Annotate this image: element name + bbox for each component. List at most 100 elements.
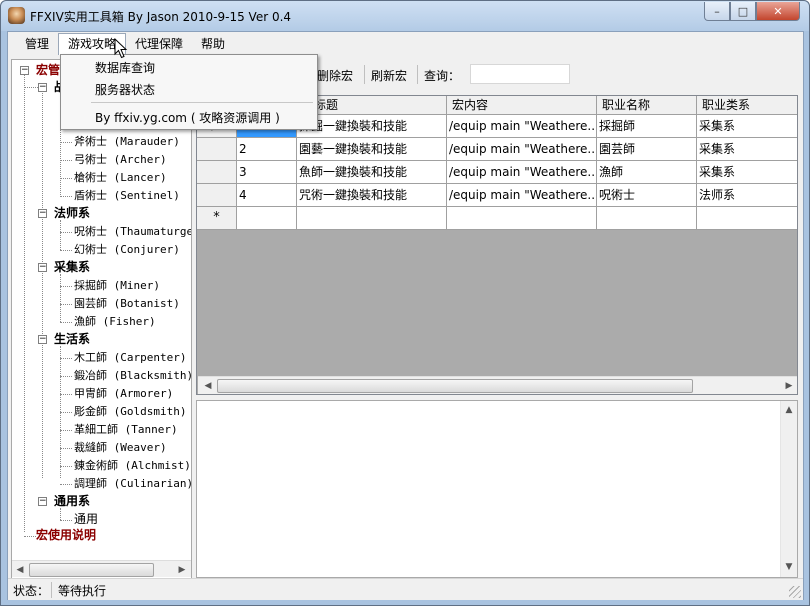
tree-item-alchemist[interactable]: 錬金術師 (Alchmist): [74, 457, 191, 474]
tree-item-lancer[interactable]: 槍術士 (Lancer): [74, 169, 167, 186]
cell-title[interactable]: 園藝一鍵換裝和技能: [297, 138, 447, 161]
expand-general-icon[interactable]: −: [38, 497, 47, 506]
cell-content[interactable]: /equip main "Weathere...: [447, 115, 597, 138]
column-header-title[interactable]: 宏标题: [297, 96, 447, 115]
tree-item-marauder[interactable]: 斧術士 (Marauder): [74, 133, 180, 150]
expand-mage-icon[interactable]: −: [38, 209, 47, 218]
cell-content[interactable]: /equip main "Weathere...: [447, 184, 597, 207]
menu-database-query[interactable]: 数据库查询: [95, 59, 155, 76]
cell-class[interactable]: 采集系: [697, 115, 797, 138]
cell-index[interactable]: 4: [237, 184, 297, 207]
cell-job[interactable]: 採掘師: [597, 115, 697, 138]
tree-item-culinarian[interactable]: 調理師 (Culinarian): [74, 475, 191, 492]
status-bar: 状态： 等待执行: [8, 578, 803, 600]
client-area: 管理 游戏攻略 代理保障 帮助 − 宏管理 − 战 斧術士 (Marauder)…: [7, 31, 804, 600]
cell-job[interactable]: 呪術士: [597, 184, 697, 207]
maximize-button[interactable]: □: [730, 2, 756, 21]
tree-item-miner[interactable]: 採掘師 (Miner): [74, 277, 160, 294]
scroll-thumb[interactable]: [29, 563, 154, 577]
close-button[interactable]: ✕: [756, 2, 800, 21]
toolbar-separator: [364, 65, 365, 84]
expand-craft-icon[interactable]: −: [38, 335, 47, 344]
tree-item-general[interactable]: 通用: [74, 511, 98, 528]
tree-macro-help[interactable]: 宏使用说明: [36, 527, 96, 544]
cell-class[interactable]: 法师系: [697, 184, 797, 207]
tree-item-thaumaturge[interactable]: 呪術士 (Thaumaturge): [74, 223, 191, 240]
cell-class[interactable]: 采集系: [697, 161, 797, 184]
scroll-up-icon[interactable]: ▲: [781, 402, 797, 418]
game-guide-dropdown: 数据库查询 服务器状态 By ffxiv.yg.com ( 攻略资源调用 ): [60, 54, 318, 130]
expand-combat-icon[interactable]: −: [38, 83, 47, 92]
cell-index[interactable]: 3: [237, 161, 297, 184]
tree-item-fisher[interactable]: 漁師 (Fisher): [74, 313, 156, 330]
menu-manage[interactable]: 管理: [16, 33, 58, 55]
table-row[interactable]: 4 咒術一鍵換裝和技能 /equip main "Weathere... 呪術士…: [197, 184, 797, 207]
tree-item-blacksmith[interactable]: 鍛冶師 (Blacksmith): [74, 367, 191, 384]
scroll-down-icon[interactable]: ▼: [781, 559, 797, 575]
cell-title[interactable]: [297, 207, 447, 230]
cell-content[interactable]: [447, 207, 597, 230]
new-row[interactable]: *: [197, 207, 797, 230]
tree-item-archer[interactable]: 弓術士 (Archer): [74, 151, 167, 168]
scroll-left-icon[interactable]: ◀: [200, 378, 216, 394]
resize-grip-icon[interactable]: [789, 586, 801, 598]
menu-help[interactable]: 帮助: [192, 33, 234, 55]
status-value: 等待执行: [58, 584, 107, 598]
cell-content[interactable]: /equip main "Weathere...: [447, 138, 597, 161]
title-bar[interactable]: FFXIV实用工具箱 By Jason 2010-9-15 Ver 0.4 – …: [1, 1, 809, 31]
tree-item-conjurer[interactable]: 幻術士 (Conjurer): [74, 241, 180, 258]
scroll-thumb[interactable]: [217, 379, 693, 393]
cell-job[interactable]: 園芸師: [597, 138, 697, 161]
cell-class[interactable]: [697, 207, 797, 230]
tree-item-weaver[interactable]: 裁縫師 (Weaver): [74, 439, 167, 456]
mouse-cursor-icon: [114, 38, 128, 59]
row-header[interactable]: [197, 138, 237, 161]
scroll-right-icon[interactable]: ▶: [174, 562, 190, 578]
tree-item-armorer[interactable]: 甲冑師 (Armorer): [74, 385, 173, 402]
window-title: FFXIV实用工具箱 By Jason 2010-9-15 Ver 0.4: [30, 10, 292, 24]
cell-title[interactable]: 採掘一鍵換裝和技能: [297, 115, 447, 138]
expand-root-icon[interactable]: −: [20, 66, 29, 75]
column-header-class[interactable]: 职业类系: [697, 96, 797, 115]
scroll-left-icon[interactable]: ◀: [12, 562, 28, 578]
tree-item-sentinel[interactable]: 盾術士 (Sentinel): [74, 187, 180, 204]
tree-item-tanner[interactable]: 革細工師 (Tanner): [74, 421, 178, 438]
tree-item-goldsmith[interactable]: 彫金師 (Goldsmith): [74, 403, 186, 420]
cell-job[interactable]: 漁師: [597, 161, 697, 184]
app-window: FFXIV实用工具箱 By Jason 2010-9-15 Ver 0.4 – …: [0, 0, 810, 606]
new-row-marker[interactable]: *: [197, 207, 237, 230]
cell-title[interactable]: 咒術一鍵換裝和技能: [297, 184, 447, 207]
textarea-vertical-scrollbar[interactable]: ▲ ▼: [780, 401, 797, 577]
column-header-job[interactable]: 职业名称: [597, 96, 697, 115]
minimize-button[interactable]: –: [704, 2, 730, 21]
cell-job[interactable]: [597, 207, 697, 230]
refresh-macro-button[interactable]: 刷新宏: [371, 67, 407, 84]
table-row[interactable]: 2 園藝一鍵換裝和技能 /equip main "Weathere... 園芸師…: [197, 138, 797, 161]
expand-gather-icon[interactable]: −: [38, 263, 47, 272]
column-header-content[interactable]: 宏内容: [447, 96, 597, 115]
row-header[interactable]: [197, 184, 237, 207]
table-row[interactable]: 3 魚師一鍵換裝和技能 /equip main "Weathere... 漁師 …: [197, 161, 797, 184]
cell-index[interactable]: [237, 207, 297, 230]
macro-tree[interactable]: − 宏管理 − 战 斧術士 (Marauder) 弓術士 (Archer) 槍術…: [11, 59, 192, 579]
cell-class[interactable]: 采集系: [697, 138, 797, 161]
macro-grid[interactable]: 宏标题 宏内容 职业名称 职业类系 ▶ 1 採掘一鍵換裝和技能 /equip m…: [196, 95, 798, 395]
scroll-right-icon[interactable]: ▶: [781, 378, 797, 394]
cell-index[interactable]: 2: [237, 138, 297, 161]
row-header[interactable]: [197, 161, 237, 184]
menu-server-status[interactable]: 服务器状态: [95, 81, 155, 98]
menu-proxy[interactable]: 代理保障: [126, 33, 192, 55]
delete-macro-button[interactable]: 删除宏: [317, 67, 353, 84]
tree-horizontal-scrollbar[interactable]: ◀ ▶: [12, 560, 191, 577]
app-icon: [8, 7, 25, 24]
cell-title[interactable]: 魚師一鍵換裝和技能: [297, 161, 447, 184]
menu-separator: [91, 102, 313, 103]
macro-content-textarea[interactable]: ▲ ▼: [196, 400, 798, 578]
tree-item-botanist[interactable]: 園芸師 (Botanist): [74, 295, 180, 312]
status-label: 状态：: [13, 584, 50, 598]
tree-item-carpenter[interactable]: 木工師 (Carpenter): [74, 349, 186, 366]
search-input[interactable]: [470, 64, 570, 84]
grid-horizontal-scrollbar[interactable]: ◀ ▶: [198, 376, 797, 394]
menu-guide-resource[interactable]: By ffxiv.yg.com ( 攻略资源调用 ): [95, 109, 280, 126]
cell-content[interactable]: /equip main "Weathere...: [447, 161, 597, 184]
